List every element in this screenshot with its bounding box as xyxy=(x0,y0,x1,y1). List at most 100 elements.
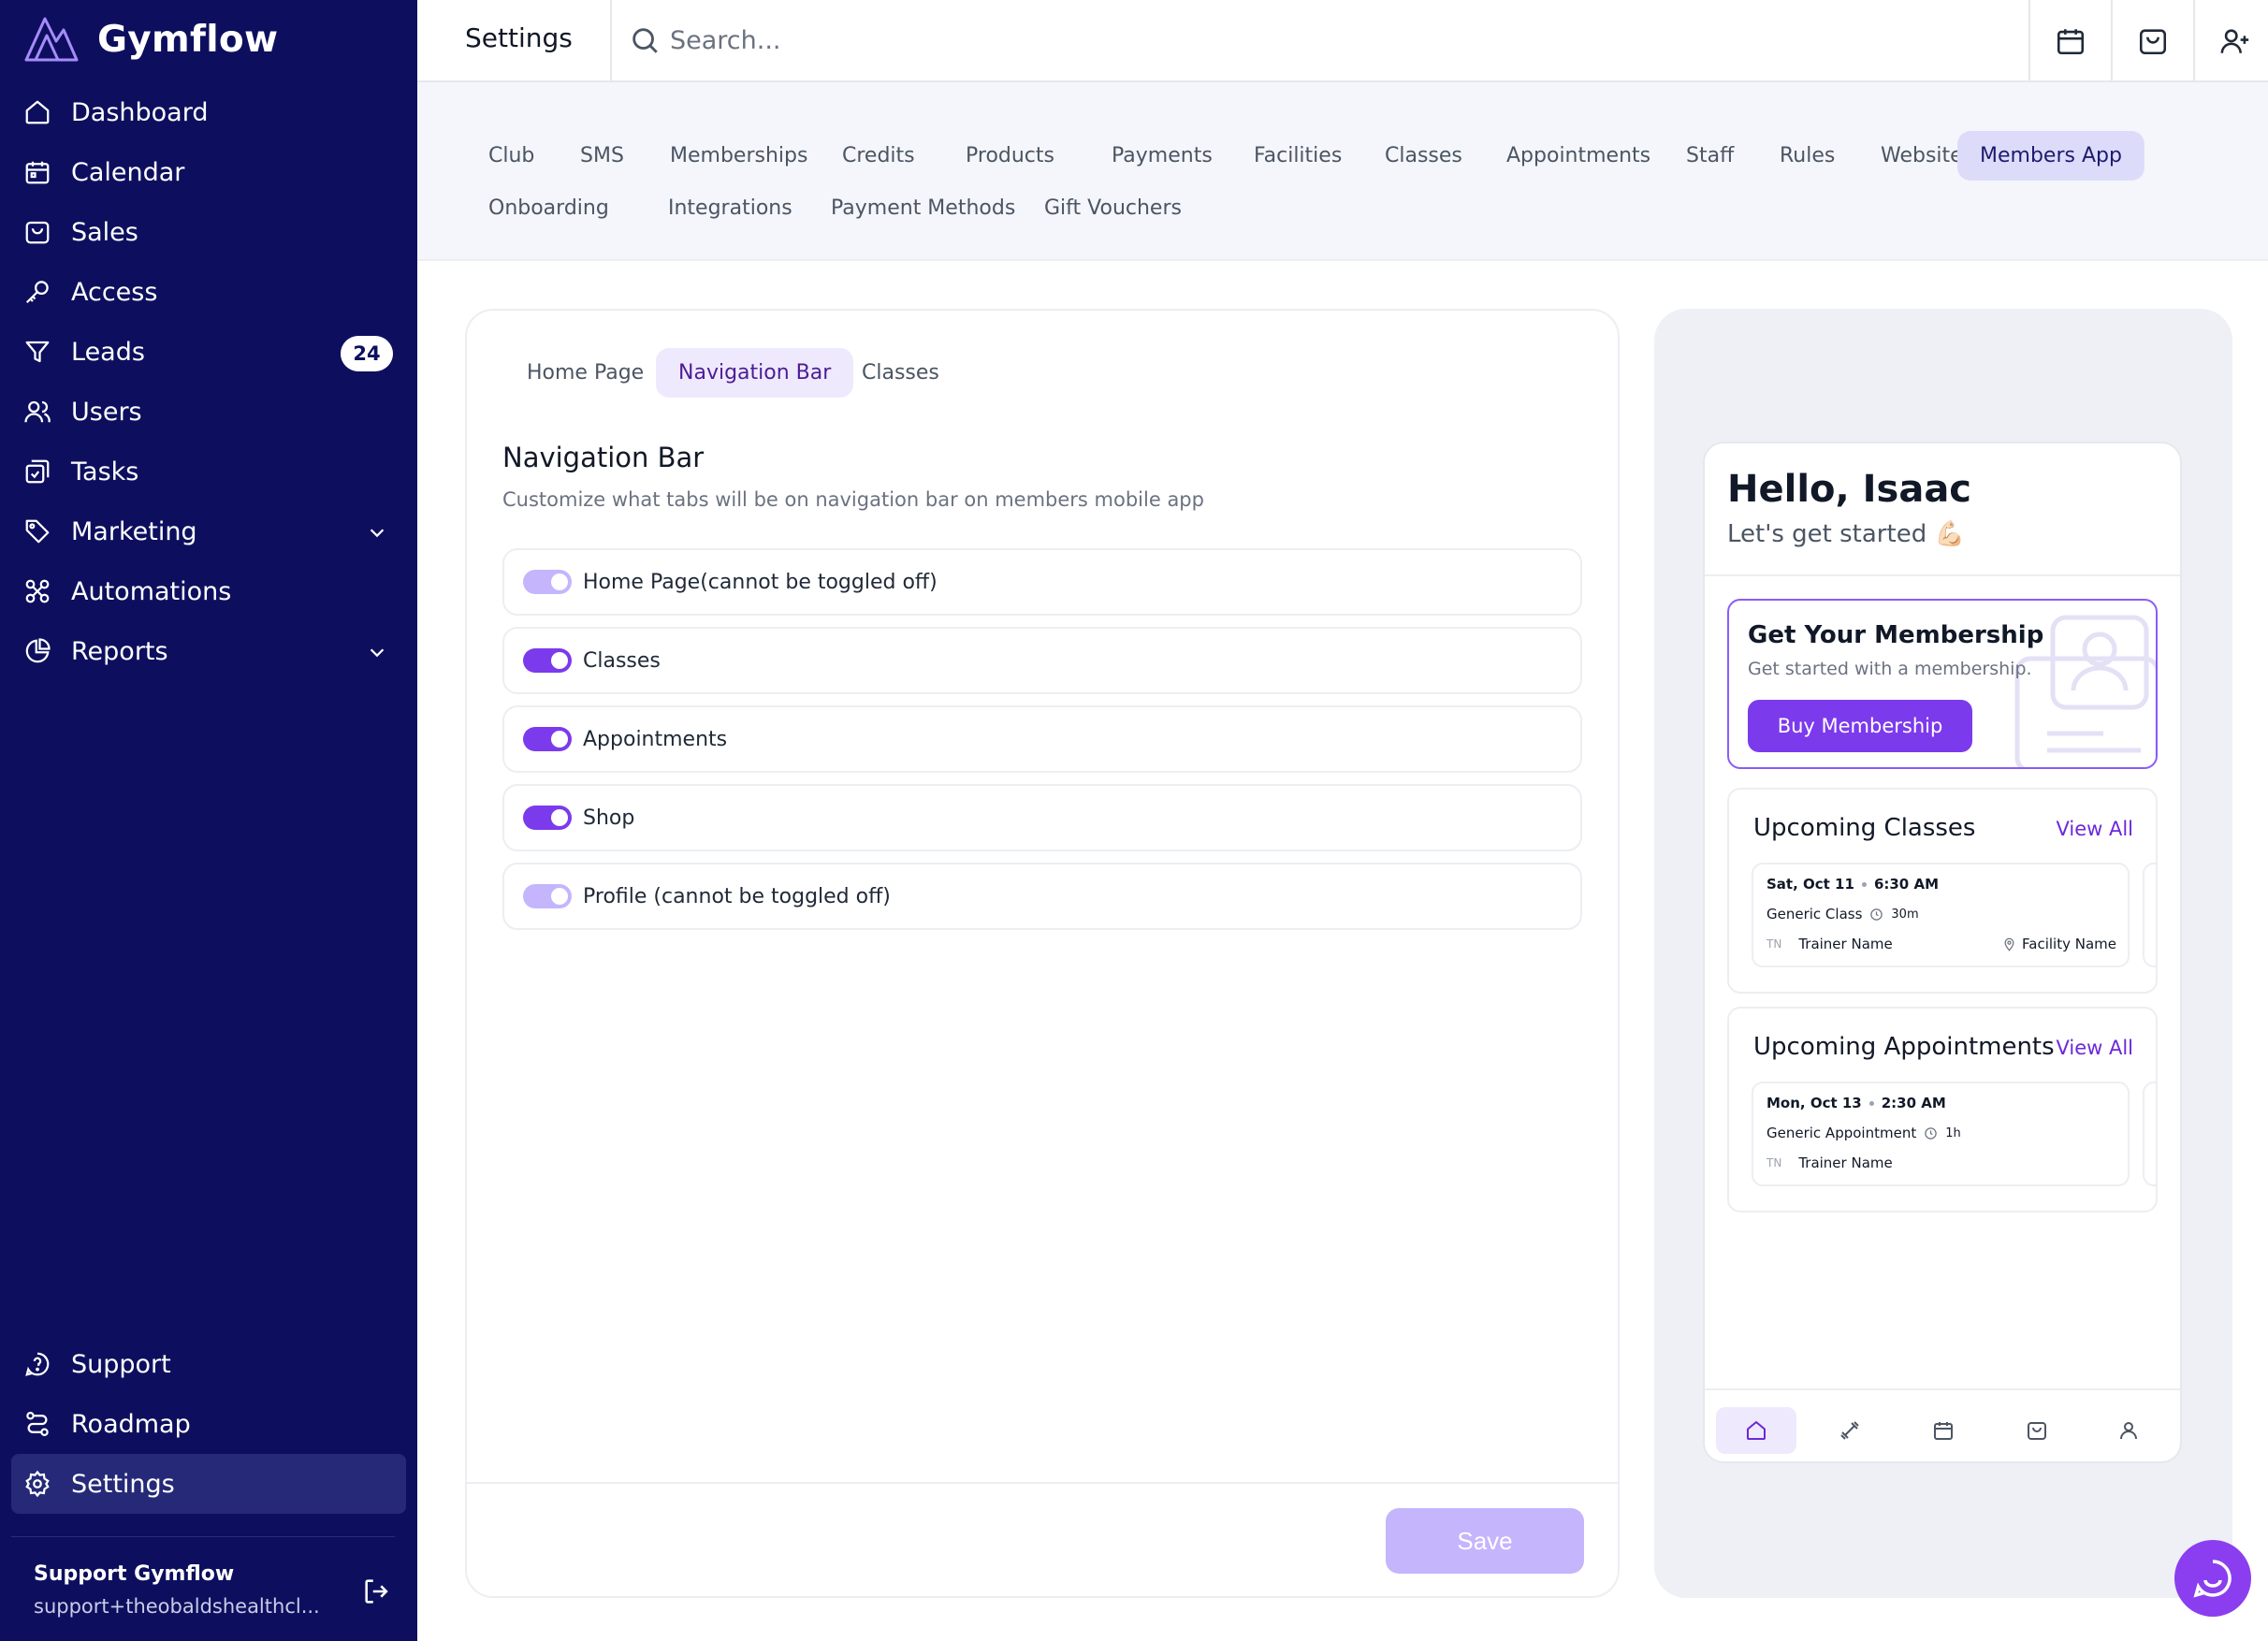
settings-tabs: Club SMS Memberships Credits Products Pa… xyxy=(417,82,2268,261)
view-all-classes-link[interactable]: View All xyxy=(2056,818,2133,840)
sidebar-item-leads[interactable]: Leads 24 xyxy=(0,322,417,382)
brand-name: Gymflow xyxy=(97,18,279,61)
tab-staff[interactable]: Staff xyxy=(1664,131,1756,181)
toggle-label: Classes xyxy=(583,648,661,673)
tab-onboarding[interactable]: Onboarding xyxy=(466,183,632,233)
pie-chart-icon xyxy=(22,636,52,666)
sidebar-item-calendar[interactable]: Calendar xyxy=(0,142,417,202)
phone-nav-classes[interactable] xyxy=(1810,1407,1890,1454)
phone-nav-calendar[interactable] xyxy=(1903,1407,1984,1454)
membership-subtitle: Get started with a membership. xyxy=(1748,659,2032,679)
add-user-button[interactable] xyxy=(2193,0,2268,82)
sidebar-item-access[interactable]: Access xyxy=(0,262,417,322)
sidebar-item-dashboard[interactable]: Dashboard xyxy=(0,82,417,142)
tab-integrations[interactable]: Integrations xyxy=(646,183,815,233)
location-pin-icon xyxy=(2004,937,2014,951)
class-name: Generic Class xyxy=(1766,906,1863,922)
sidebar-item-marketing[interactable]: Marketing xyxy=(0,501,417,561)
save-button[interactable]: Save xyxy=(1386,1508,1584,1574)
tab-classes[interactable]: Classes xyxy=(1362,131,1485,181)
sidebar-item-tasks[interactable]: Tasks xyxy=(0,442,417,501)
class-trainer: TN Trainer Name xyxy=(1766,936,1893,952)
tab-appointments[interactable]: Appointments xyxy=(1484,131,1673,181)
sidebar-item-sales[interactable]: Sales xyxy=(0,202,417,262)
divider xyxy=(610,0,612,82)
tab-facilities[interactable]: Facilities xyxy=(1231,131,1364,181)
sidebar-item-label: Support xyxy=(71,1349,171,1379)
trainer-initials: TN xyxy=(1766,1156,1782,1169)
upcoming-classes-title: Upcoming Classes xyxy=(1753,814,1976,842)
sidebar-item-label: Dashboard xyxy=(71,97,209,127)
appointment-item-card[interactable]: Mon, Oct 13 2:30 AM Generic Appointment … xyxy=(1752,1082,2130,1186)
home-icon xyxy=(22,97,52,127)
tab-payment-methods[interactable]: Payment Methods xyxy=(808,183,1038,233)
sales-button[interactable] xyxy=(2111,0,2193,82)
tab-payments[interactable]: Payments xyxy=(1089,131,1235,181)
divider xyxy=(1705,574,2180,576)
account-info: Support Gymflow support+theobaldshealthc… xyxy=(34,1562,320,1618)
tab-products[interactable]: Products xyxy=(943,131,1077,181)
phone-nav-profile[interactable] xyxy=(2088,1407,2169,1454)
card-footer-divider xyxy=(467,1482,1618,1484)
brand[interactable]: Gymflow xyxy=(22,13,278,65)
top-bar: Settings xyxy=(417,0,2268,82)
class-item-card[interactable]: Sat, Oct 11 6:30 AM Generic Class 30m TN… xyxy=(1752,863,2130,967)
appointment-name: Generic Appointment xyxy=(1766,1125,1917,1141)
logout-icon[interactable] xyxy=(361,1576,393,1607)
sidebar-item-label: Leads xyxy=(71,337,145,367)
classes-toggle[interactable] xyxy=(523,648,572,673)
greeting-subtitle: Let's get started 💪🏻 xyxy=(1727,520,1965,548)
sidebar-item-label: Access xyxy=(71,277,158,307)
chevron-down-icon[interactable] xyxy=(367,522,387,543)
sidebar-item-roadmap[interactable]: Roadmap xyxy=(0,1394,417,1454)
tab-credits[interactable]: Credits xyxy=(820,131,938,181)
appointment-time: 2:30 AM xyxy=(1881,1095,1946,1111)
appointment-datetime: Mon, Oct 13 2:30 AM xyxy=(1766,1095,1946,1111)
upcoming-classes-card: Upcoming Classes View All Sat, Oct 11 6:… xyxy=(1727,788,2158,994)
sidebar-divider xyxy=(11,1536,395,1537)
appointment-details: Generic Appointment 1h xyxy=(1766,1125,1961,1141)
clock-icon xyxy=(1870,908,1883,921)
section-title: Navigation Bar xyxy=(502,442,705,473)
sidebar-item-reports[interactable]: Reports xyxy=(0,621,417,681)
separator-dot xyxy=(1868,1100,1874,1106)
tab-memberships[interactable]: Memberships xyxy=(647,131,830,181)
tasks-icon xyxy=(22,457,52,486)
chat-icon xyxy=(2193,1560,2232,1598)
buy-membership-button[interactable]: Buy Membership xyxy=(1748,700,1972,752)
appointment-date: Mon, Oct 13 xyxy=(1766,1095,1862,1111)
toggle-row-classes: Classes xyxy=(502,627,1582,694)
toggle-label: Profile (cannot be toggled off) xyxy=(583,884,891,908)
phone-nav-shop[interactable] xyxy=(1997,1407,2077,1454)
sidebar-item-users[interactable]: Users xyxy=(0,382,417,442)
view-all-appointments-link[interactable]: View All xyxy=(2056,1037,2133,1059)
tab-rules[interactable]: Rules xyxy=(1757,131,1857,181)
tab-sms[interactable]: SMS xyxy=(558,131,647,181)
phone-nav-home[interactable] xyxy=(1716,1407,1796,1454)
sidebar-item-label: Marketing xyxy=(71,516,197,546)
tab-navigation-bar[interactable]: Navigation Bar xyxy=(656,348,854,398)
sidebar-item-label: Calendar xyxy=(71,157,185,187)
sidebar-item-settings[interactable]: Settings xyxy=(11,1454,406,1514)
chevron-down-icon[interactable] xyxy=(367,642,387,662)
tab-home-page[interactable]: Home Page xyxy=(504,348,666,398)
tab-members-app[interactable]: Members App xyxy=(1957,131,2144,181)
page-title: Settings xyxy=(465,22,573,53)
shop-toggle[interactable] xyxy=(523,806,572,830)
toggle-row-appointments: Appointments xyxy=(502,705,1582,773)
trainer-name: Trainer Name xyxy=(1798,936,1893,952)
toggle-label: Shop xyxy=(583,806,635,830)
sidebar-item-automations[interactable]: Automations xyxy=(0,561,417,621)
search-input[interactable] xyxy=(670,19,1512,62)
appointments-toggle[interactable] xyxy=(523,727,572,751)
tab-club[interactable]: Club xyxy=(466,131,557,181)
tab-gift-vouchers[interactable]: Gift Vouchers xyxy=(1022,183,1204,233)
tab-classes-preview[interactable]: Classes xyxy=(839,348,962,398)
calendar-button[interactable] xyxy=(2028,0,2111,82)
home-page-toggle xyxy=(523,570,572,594)
chat-support-button[interactable] xyxy=(2174,1540,2251,1617)
toggle-row-home-page: Home Page(cannot be toggled off) xyxy=(502,548,1582,616)
upcoming-appointments-title: Upcoming Appointments xyxy=(1753,1033,2055,1061)
sidebar-item-support[interactable]: Support xyxy=(0,1334,417,1394)
class-details: Generic Class 30m xyxy=(1766,906,1919,922)
